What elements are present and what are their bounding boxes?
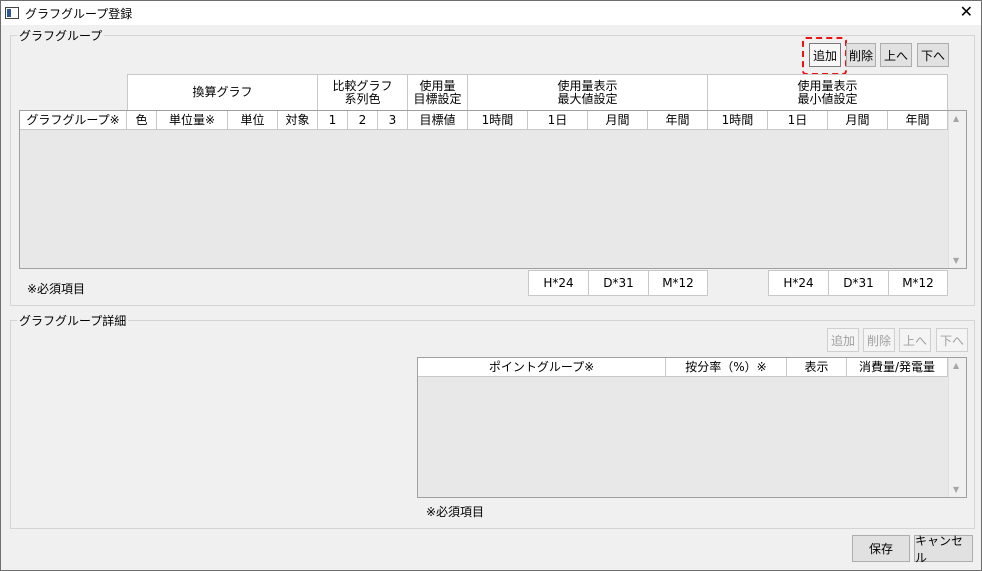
col-header[interactable]: グラフグループ※ (20, 111, 127, 130)
col-header[interactable]: ポイントグループ※ (418, 358, 666, 377)
col-header[interactable]: 按分率（%）※ (666, 358, 787, 377)
dialog-window: グラフグループ登録 ✕ グラフグループ 追加 削除 上へ 下へ 換算グラフ 比較… (0, 0, 982, 571)
delete-button[interactable]: 削除 (846, 43, 876, 67)
scroll-up-icon[interactable]: ▲ (953, 114, 959, 123)
col-header[interactable]: 1 (318, 111, 348, 130)
graph-group-grid[interactable] (19, 110, 967, 269)
header-usage-min: 使用量表示 最小値設定 (708, 74, 948, 111)
header-usage-target-l2: 目標設定 (413, 91, 462, 106)
detail-vertical-scrollbar[interactable]: ▲ ▼ (948, 358, 966, 497)
title-bar: グラフグループ登録 ✕ (1, 1, 981, 25)
down-button[interactable]: 下へ (917, 43, 949, 67)
col-header[interactable]: 月間 (828, 111, 888, 130)
col-header[interactable]: 月間 (588, 111, 648, 130)
summary-max-hour: H*24 (528, 270, 589, 296)
header-comparison-graph: 比較グラフ 系列色 (318, 74, 408, 111)
graph-group-detail-legend: グラフグループ詳細 (17, 312, 129, 329)
summary-max-month: M*12 (648, 270, 708, 296)
header-conversion-graph: 換算グラフ (127, 74, 318, 111)
header-usage-min-l1: 使用量表示 (797, 78, 858, 93)
detail-down-button[interactable]: 下へ (936, 328, 968, 352)
header-usage-max: 使用量表示 最大値設定 (468, 74, 708, 111)
col-header[interactable]: 3 (378, 111, 408, 130)
highlight-box (802, 37, 847, 75)
summary-min-day: D*31 (828, 270, 889, 296)
detail-delete-button[interactable]: 削除 (863, 328, 895, 352)
save-button[interactable]: 保存 (852, 535, 910, 562)
header-comparison-graph-l2: 系列色 (344, 91, 381, 106)
header-comparison-graph-l1: 比較グラフ (332, 78, 393, 93)
summary-min-month: M*12 (888, 270, 948, 296)
col-header[interactable]: 単位 (228, 111, 278, 130)
col-header[interactable]: 年間 (888, 111, 948, 130)
cancel-button[interactable]: キャンセル (914, 534, 973, 565)
header-usage-target-l1: 使用量 (419, 78, 456, 93)
header-usage-target: 使用量 目標設定 (408, 74, 468, 111)
col-header[interactable]: 年間 (648, 111, 708, 130)
summary-max-day: D*31 (588, 270, 649, 296)
col-header[interactable]: 2 (348, 111, 378, 130)
col-header[interactable]: 色 (127, 111, 157, 130)
col-header[interactable]: 1時間 (708, 111, 768, 130)
detail-up-button[interactable]: 上へ (899, 328, 931, 352)
window-title: グラフグループ登録 (25, 7, 133, 21)
header-usage-min-l2: 最小値設定 (797, 91, 858, 106)
scroll-down-icon[interactable]: ▼ (953, 256, 959, 265)
detail-required-note: ※必須項目 (426, 505, 485, 519)
col-header[interactable]: 単位量※ (157, 111, 228, 130)
scroll-down-icon[interactable]: ▼ (953, 485, 959, 494)
point-group-grid[interactable] (417, 357, 967, 498)
detail-add-button[interactable]: 追加 (827, 328, 859, 352)
scroll-up-icon[interactable]: ▲ (953, 361, 959, 370)
col-header[interactable]: 消費量/発電量 (847, 358, 948, 377)
summary-min-hour: H*24 (768, 270, 829, 296)
close-icon[interactable]: ✕ (960, 3, 973, 21)
required-note: ※必須項目 (27, 282, 86, 296)
app-icon (5, 7, 19, 19)
up-button[interactable]: 上へ (880, 43, 912, 67)
col-header[interactable]: 目標値 (408, 111, 468, 130)
col-header[interactable]: 表示 (787, 358, 847, 377)
col-header[interactable]: 1日 (768, 111, 828, 130)
col-header[interactable]: 対象 (278, 111, 318, 130)
header-usage-max-l1: 使用量表示 (557, 78, 618, 93)
vertical-scrollbar[interactable]: ▲ ▼ (948, 111, 966, 268)
col-header[interactable]: 1時間 (468, 111, 528, 130)
col-header[interactable]: 1日 (528, 111, 588, 130)
header-usage-max-l2: 最大値設定 (557, 91, 618, 106)
graph-group-legend: グラフグループ (17, 27, 105, 44)
